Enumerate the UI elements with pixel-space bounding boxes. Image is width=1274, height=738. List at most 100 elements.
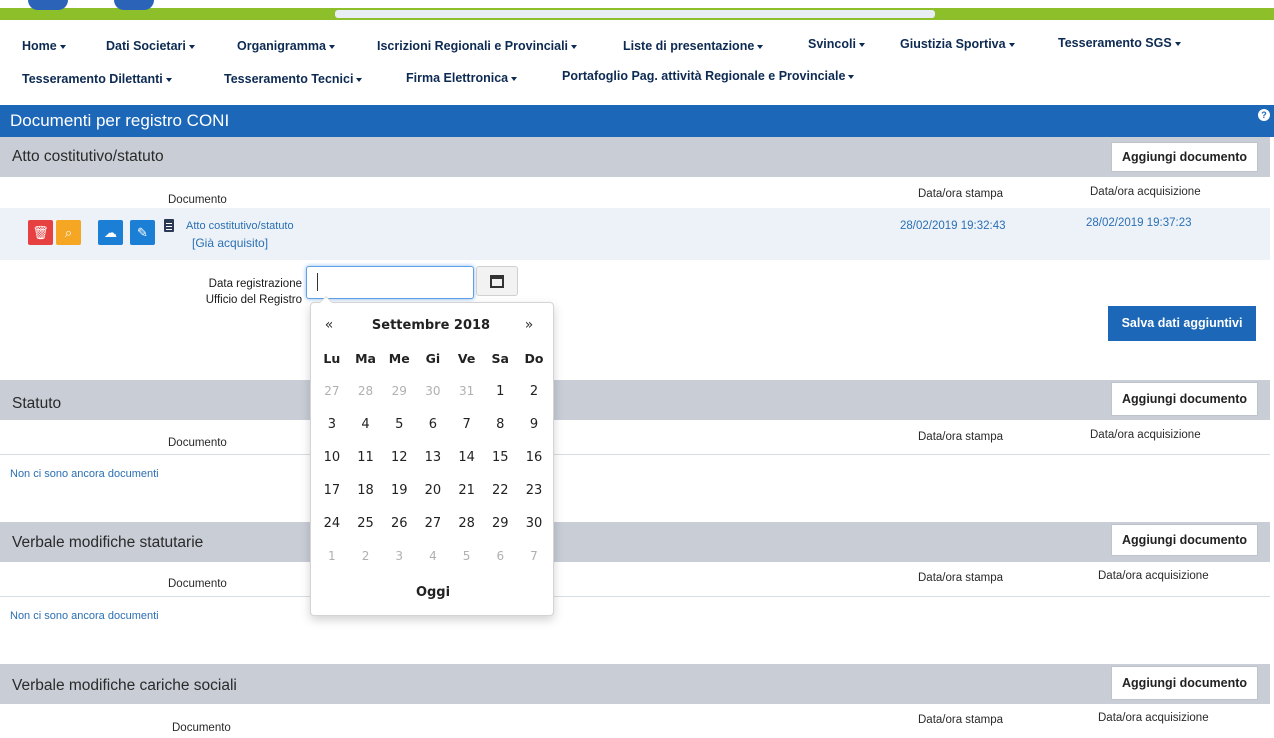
nav-label: Dati Societari xyxy=(106,39,186,53)
file-icon xyxy=(164,219,174,232)
datepicker-weekday-row: Lu Ma Me Gi Ve Sa Do xyxy=(315,345,551,373)
col-header-data-stampa: Data/ora stampa xyxy=(918,714,1004,726)
datepicker-day[interactable]: 1 xyxy=(315,540,349,573)
nav-giustizia-sportiva[interactable]: Giustizia Sportiva xyxy=(900,37,1015,51)
datepicker-day[interactable]: 2 xyxy=(517,375,551,408)
empty-state-text: Non ci sono ancora documenti xyxy=(10,468,159,480)
datepicker-day[interactable]: 4 xyxy=(416,540,450,573)
datepicker-day[interactable]: 26 xyxy=(382,507,416,540)
datepicker-day[interactable]: 25 xyxy=(349,507,383,540)
datepicker-day[interactable]: 28 xyxy=(349,375,383,408)
caret-down-icon xyxy=(1174,41,1181,46)
nav-dati-societari[interactable]: Dati Societari xyxy=(106,39,195,53)
datepicker-day[interactable]: 4 xyxy=(349,408,383,441)
datepicker-day[interactable]: 10 xyxy=(315,441,349,474)
add-document-button[interactable]: Aggiungi documento xyxy=(1111,382,1258,416)
add-document-button[interactable]: Aggiungi documento xyxy=(1111,524,1258,556)
nav-tesseramento-dilettanti[interactable]: Tesseramento Dilettanti xyxy=(22,72,172,86)
datepicker-day[interactable]: 7 xyxy=(450,408,484,441)
datepicker-day[interactable]: 27 xyxy=(416,507,450,540)
datepicker-day[interactable]: 19 xyxy=(382,474,416,507)
divider xyxy=(0,596,1270,597)
datepicker-day[interactable]: 31 xyxy=(450,375,484,408)
datepicker-day[interactable]: 24 xyxy=(315,507,349,540)
datepicker-day[interactable]: 14 xyxy=(450,441,484,474)
datepicker-day[interactable]: 7 xyxy=(517,540,551,573)
nav-home[interactable]: Home xyxy=(22,39,66,53)
document-link[interactable]: Atto costitutivo/statuto xyxy=(186,220,294,232)
trash-icon: 🗑 xyxy=(32,225,49,240)
datepicker-day[interactable]: 15 xyxy=(483,441,517,474)
datepicker-prev-button[interactable]: « xyxy=(319,317,339,333)
col-header-documento: Documento xyxy=(172,722,231,734)
calendar-icon xyxy=(490,275,504,288)
section-title: Statuto xyxy=(12,395,62,412)
section-header-statuto: Statuto Aggiungi documento xyxy=(0,380,1270,420)
nav-tesseramento-sgs[interactable]: Tesseramento SGS xyxy=(1058,36,1181,50)
weekday-label: Ve xyxy=(457,351,476,366)
datepicker-day[interactable]: 9 xyxy=(517,408,551,441)
datepicker-day[interactable]: 21 xyxy=(450,474,484,507)
datepicker-day[interactable]: 29 xyxy=(382,375,416,408)
datepicker-day[interactable]: 29 xyxy=(483,507,517,540)
datepicker-day[interactable]: 18 xyxy=(349,474,383,507)
datepicker-day[interactable]: 1 xyxy=(483,375,517,408)
col-header-documento: Documento xyxy=(168,437,227,449)
nav-organigramma[interactable]: Organigramma xyxy=(237,39,335,53)
datepicker-day[interactable]: 20 xyxy=(416,474,450,507)
delete-button[interactable]: 🗑 xyxy=(28,220,53,245)
save-additional-data-button[interactable]: Salva dati aggiuntivi xyxy=(1108,306,1256,341)
section-title: Verbale modifiche statutarie xyxy=(12,534,204,551)
data-registrazione-input[interactable] xyxy=(306,266,474,299)
datepicker-day[interactable]: 28 xyxy=(450,507,484,540)
section-header-atto-costitutivo: Atto costitutivo/statuto Aggiungi docume… xyxy=(0,137,1270,177)
datepicker-day[interactable]: 3 xyxy=(382,540,416,573)
nav-firma-elettronica[interactable]: Firma Elettronica xyxy=(406,71,518,85)
datepicker-day[interactable]: 6 xyxy=(416,408,450,441)
datepicker-day[interactable]: 23 xyxy=(517,474,551,507)
add-document-button[interactable]: Aggiungi documento xyxy=(1111,142,1258,172)
datepicker-day[interactable]: 12 xyxy=(382,441,416,474)
nav-iscrizioni[interactable]: Iscrizioni Regionali e Provinciali xyxy=(377,39,578,53)
view-button[interactable]: ⌕ xyxy=(56,220,81,245)
nav-tesseramento-tecnici[interactable]: Tesseramento Tecnici xyxy=(224,72,363,86)
document-status: [Già acquisito] xyxy=(192,236,269,250)
datepicker-day[interactable]: 17 xyxy=(315,474,349,507)
edit-button[interactable]: ✎ xyxy=(130,220,155,245)
datepicker-day[interactable]: 16 xyxy=(517,441,551,474)
nav-portafoglio[interactable]: Portafoglio Pag. attività Regionale e Pr… xyxy=(562,69,855,83)
datepicker-day[interactable]: 5 xyxy=(450,540,484,573)
upload-button[interactable]: ☁ xyxy=(98,220,123,245)
datepicker-next-button[interactable]: » xyxy=(519,317,539,333)
datepicker-day[interactable]: 6 xyxy=(483,540,517,573)
logo-shape-right xyxy=(114,0,154,10)
datepicker-day[interactable]: 27 xyxy=(315,375,349,408)
caret-down-icon xyxy=(757,44,764,49)
calendar-button[interactable] xyxy=(476,266,518,296)
data-acquisizione-value: 28/02/2019 19:37:23 xyxy=(1086,217,1192,229)
divider xyxy=(0,454,1270,455)
col-header-data-acquisizione: Data/ora acquisizione xyxy=(1098,570,1209,582)
datepicker-week-row: 24 25 26 27 28 29 30 xyxy=(315,507,551,540)
nav-liste-presentazione[interactable]: Liste di presentazione xyxy=(623,39,764,53)
datepicker-day[interactable]: 13 xyxy=(416,441,450,474)
datepicker-day[interactable]: 2 xyxy=(349,540,383,573)
datepicker-day[interactable]: 22 xyxy=(483,474,517,507)
datepicker-day[interactable]: 3 xyxy=(315,408,349,441)
weekday-label: Sa xyxy=(491,351,509,366)
datepicker-today-button[interactable]: Oggi xyxy=(311,585,555,600)
datepicker-week-row: 27 28 29 30 31 1 2 xyxy=(315,375,551,408)
datepicker-day[interactable]: 8 xyxy=(483,408,517,441)
datepicker-day[interactable]: 5 xyxy=(382,408,416,441)
datepicker-day[interactable]: 30 xyxy=(517,507,551,540)
page-title: Documenti per registro CONI xyxy=(10,111,230,130)
datepicker-month-title[interactable]: Settembre 2018 xyxy=(351,318,511,333)
add-document-button[interactable]: Aggiungi documento xyxy=(1111,666,1258,700)
col-header-data-acquisizione: Data/ora acquisizione xyxy=(1090,429,1201,441)
datepicker-day[interactable]: 30 xyxy=(416,375,450,408)
main-nav: Home Dati Societari Organigramma Iscrizi… xyxy=(0,22,1274,96)
caret-down-icon xyxy=(858,42,865,47)
help-icon[interactable]: ? xyxy=(1258,109,1270,121)
datepicker-day[interactable]: 11 xyxy=(349,441,383,474)
nav-svincoli[interactable]: Svincoli xyxy=(808,37,865,51)
